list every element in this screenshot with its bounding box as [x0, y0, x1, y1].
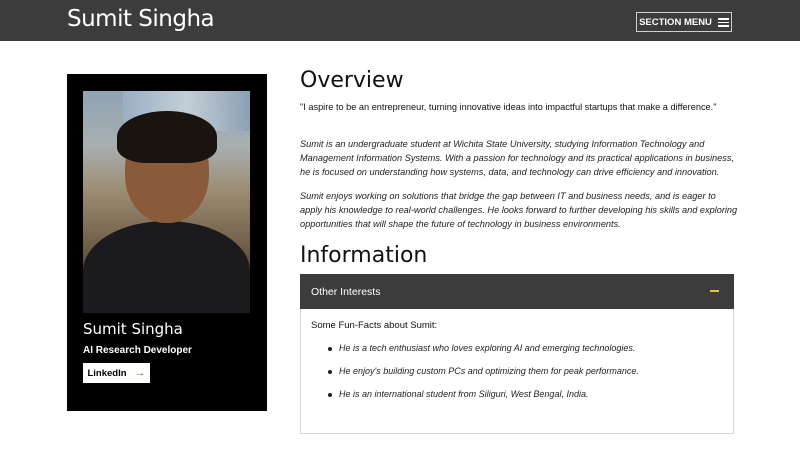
overview-paragraph: Sumit is an undergraduate student at Wic… [300, 139, 734, 177]
collapse-minus-icon[interactable] [710, 290, 719, 292]
arrow-right-icon: → [134, 367, 146, 379]
other-interests-accordion: Other Interests Some Fun-Facts about Sum… [300, 274, 734, 434]
overview-heading: Overview [300, 68, 404, 93]
section-menu-label: SECTION MENU [639, 16, 712, 28]
section-menu-button[interactable]: SECTION MENU [636, 12, 732, 32]
information-heading: Information [300, 243, 428, 268]
list-item: He enjoy's building custom PCs and optim… [328, 360, 639, 383]
top-navigation-bar: Sumit Singha SECTION MENU [0, 0, 800, 41]
list-item: He is a tech enthusiast who loves explor… [328, 337, 639, 360]
overview-quote: "I aspire to be an entrepreneur, turning… [300, 102, 717, 112]
profile-role: AI Research Developer [83, 345, 192, 356]
profile-name: Sumit Singha [83, 320, 183, 338]
overview-paragraph: Sumit enjoys working on solutions that b… [300, 191, 738, 229]
linkedin-label: LinkedIn [87, 367, 127, 379]
accordion-header[interactable]: Other Interests [300, 274, 734, 309]
fun-facts-intro: Some Fun-Facts about Sumit: [311, 320, 438, 331]
accordion-title: Other Interests [311, 285, 381, 298]
profile-photo [83, 91, 250, 313]
profile-card [67, 74, 267, 411]
hamburger-menu-icon [717, 18, 729, 27]
site-title[interactable]: Sumit Singha [67, 6, 215, 32]
list-item: He is an international student from Sili… [328, 383, 639, 406]
linkedin-button[interactable]: LinkedIn → [83, 363, 150, 383]
fun-facts-list: He is a tech enthusiast who loves explor… [328, 337, 639, 406]
